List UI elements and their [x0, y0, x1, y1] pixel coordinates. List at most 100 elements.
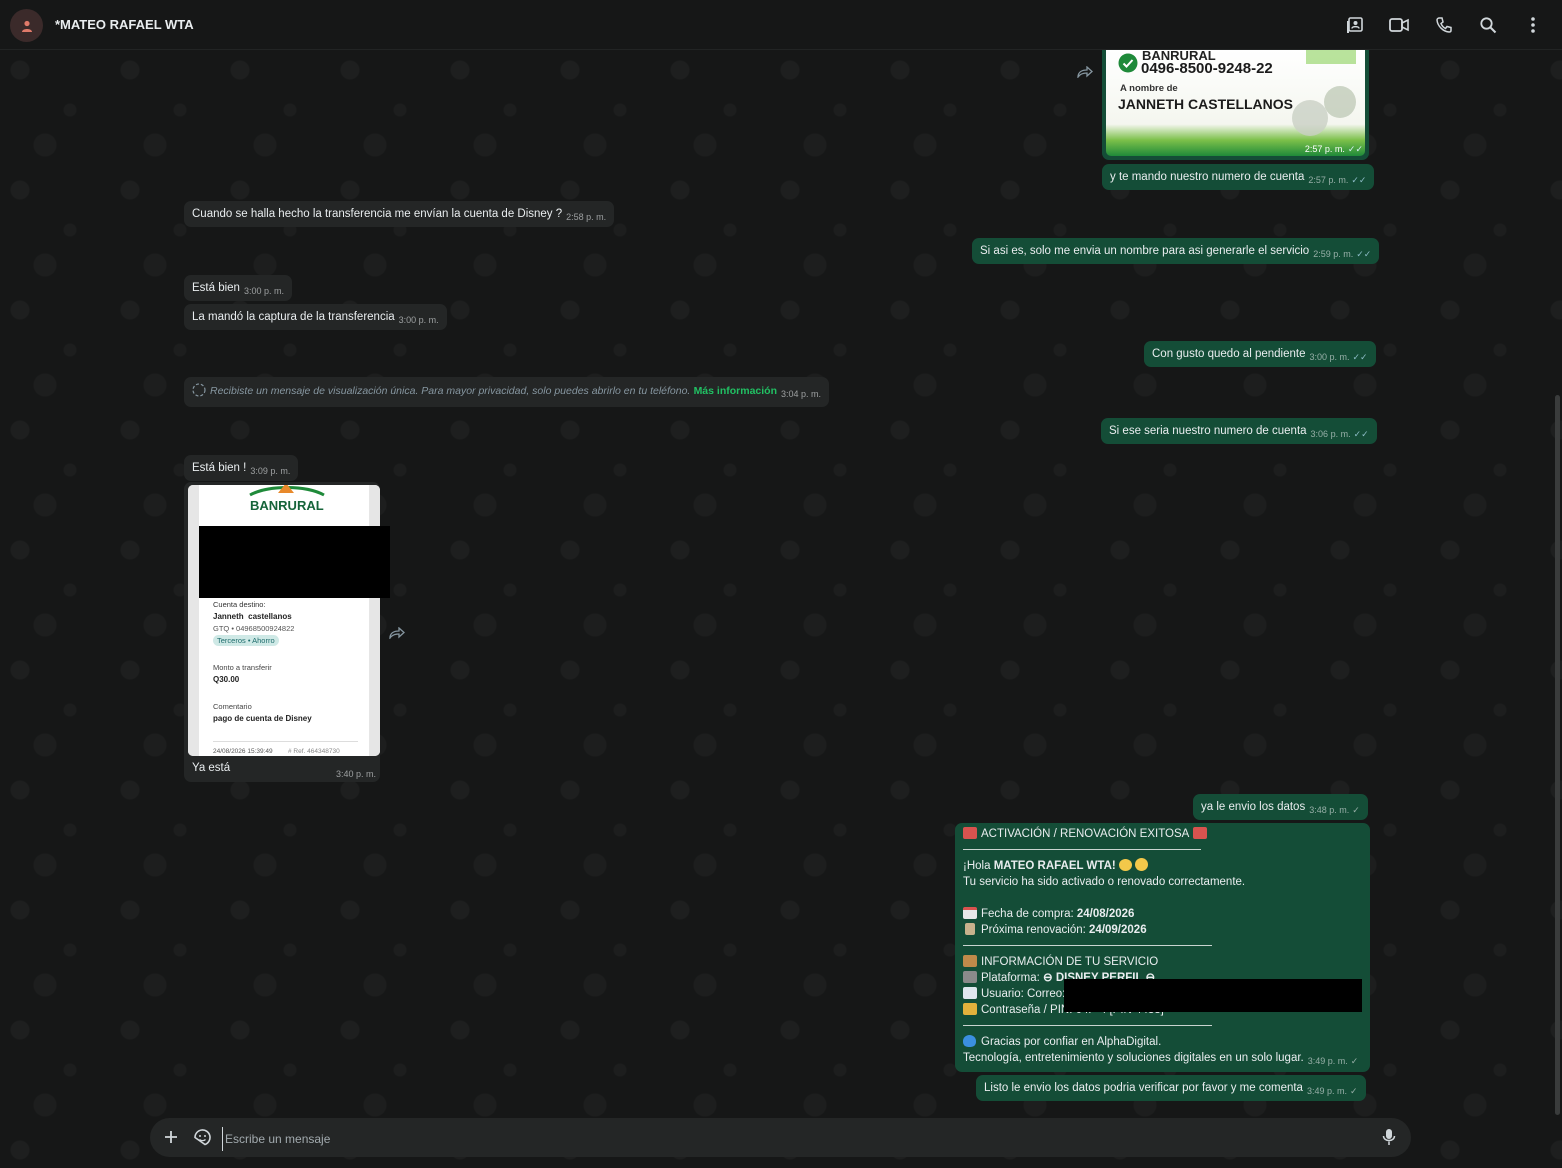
- account-image-message[interactable]: BANRURAL 0496-8500-9248-22 A nombre de J…: [1102, 50, 1369, 160]
- view-once-notice[interactable]: Recibiste un mensaje de visualización ún…: [184, 377, 830, 407]
- receipt-image-message[interactable]: BANRURAL Cuenta destino: Janneth castell…: [184, 482, 390, 782]
- greeting-prefix: ¡Hola: [963, 860, 994, 872]
- divider: [963, 945, 1212, 946]
- divider: [963, 1025, 1212, 1026]
- message-time: 3:06 p. m.: [1310, 429, 1351, 439]
- message-text: ya le envio los datos: [1201, 801, 1306, 813]
- purchase-date: 24/08/2026: [1076, 908, 1135, 920]
- message-time: 3:48 p. m.: [1309, 805, 1350, 815]
- user-label: Usuario: Correo:: [981, 988, 1066, 1000]
- platform-label: Plataforma:: [981, 972, 1043, 984]
- contact-card-icon[interactable]: [1345, 15, 1365, 35]
- message-text: Con gusto quedo al pendiente: [1152, 348, 1306, 360]
- account-image[interactable]: BANRURAL 0496-8500-9248-22 A nombre de J…: [1106, 50, 1365, 156]
- more-options-icon[interactable]: [1523, 15, 1543, 35]
- brand-badge: [1292, 100, 1328, 136]
- read-ticks-icon: ✓✓: [1347, 144, 1363, 154]
- more-info-link[interactable]: Más información: [694, 385, 777, 397]
- message-bubble-incoming[interactable]: La mandó la captura de la transferencia 3…: [184, 304, 447, 330]
- message-bubble-outgoing[interactable]: Si ese seria nuestro numero de cuenta 3:0…: [1101, 418, 1377, 444]
- activation-message[interactable]: ACTIVACIÓN / RENOVACIÓN EXITOSA ¡Hola MA…: [955, 823, 1370, 1072]
- status-text: Tu servicio ha sido activado o renovado …: [963, 876, 1246, 888]
- read-ticks-icon: ✓✓: [1353, 429, 1369, 439]
- message-time: 3:49 p. m.: [1306, 1086, 1347, 1096]
- email-icon: [963, 987, 977, 999]
- brand-badge-secondary: [1324, 86, 1356, 118]
- attach-plus-icon[interactable]: [162, 1128, 180, 1146]
- receipt-footer-ref: # Ref. 464348730: [288, 748, 340, 755]
- chat-scrollbar[interactable]: [1555, 395, 1560, 1115]
- message-time: 2:57 p. m.: [1304, 144, 1345, 154]
- message-text: Si ese seria nuestro numero de cuenta: [1109, 425, 1307, 437]
- message-bubble-outgoing[interactable]: Si asi es, solo me envia un nombre para …: [972, 238, 1380, 264]
- video-call-icon[interactable]: [1389, 15, 1409, 35]
- search-icon[interactable]: [1478, 15, 1498, 35]
- message-text: Cuando se halla hecho la transferencia m…: [192, 208, 563, 220]
- thanks-text: Gracias por confiar en AlphaDigital.: [981, 1036, 1162, 1048]
- message-time: 3:49 p. m.: [1307, 1056, 1348, 1066]
- renewal-label: Próxima renovación:: [981, 924, 1090, 936]
- forward-icon[interactable]: [1077, 65, 1093, 80]
- message-time: 3:09 p. m.: [250, 466, 291, 476]
- receipt-comment-label: Comentario: [213, 702, 252, 711]
- receipt-dest-tag: Terceros • Ahorro: [213, 635, 279, 646]
- message-bubble-outgoing[interactable]: Con gusto quedo al pendiente 3:00 p. m. ✓✓: [1144, 341, 1376, 367]
- receipt-comment: pago de cuenta de Disney: [213, 714, 312, 723]
- message-bubble-incoming[interactable]: Está bien ! 3:09 p. m.: [184, 455, 299, 481]
- renewal-date: 24/09/2026: [1089, 924, 1147, 936]
- hourglass-icon: [965, 923, 975, 935]
- message-bubble-outgoing[interactable]: Listo le envio los datos podria verifica…: [976, 1075, 1366, 1101]
- receipt-amount-label: Monto a transferir: [213, 663, 272, 672]
- microphone-icon[interactable]: [1382, 1128, 1396, 1146]
- message-time: 2:59 p. m.: [1313, 249, 1354, 259]
- receipt-dest-label: Cuenta destino:: [213, 600, 266, 609]
- message-time: 3:40 p. m.: [335, 769, 376, 779]
- divider: [963, 849, 1201, 850]
- message-text: Está bien: [192, 282, 240, 294]
- message-text: Listo le envio los datos podria verifica…: [984, 1082, 1303, 1094]
- message-text: Si asi es, solo me envia un nombre para …: [980, 245, 1310, 257]
- clapperboard-icon: [963, 971, 977, 983]
- message-bubble-outgoing[interactable]: ya le envio los datos 3:48 p. m. ✓: [1193, 794, 1368, 820]
- lock-key-icon: [963, 1003, 977, 1015]
- contact-name[interactable]: *MATEO RAFAEL WTA: [55, 17, 194, 32]
- account-number: 0496-8500-9248-22: [1141, 60, 1273, 77]
- owner-name: JANNETH CASTELLANOS: [1118, 96, 1294, 112]
- info-title: INFORMACIÓN DE TU SERVICIO: [981, 956, 1159, 968]
- contact-avatar[interactable]: [10, 9, 43, 42]
- blue-heart-icon: [963, 1035, 976, 1047]
- sent-tick-icon: ✓: [1350, 1086, 1358, 1096]
- receipt-bank-name: BANRURAL: [250, 498, 324, 513]
- sent-tick-icon: ✓: [1352, 805, 1360, 815]
- read-ticks-icon: ✓✓: [1356, 249, 1372, 259]
- receipt-dest-account: GTQ • 04968500924822: [213, 624, 295, 633]
- owner-label: A nombre de: [1120, 83, 1178, 94]
- sticker-icon[interactable]: [193, 1128, 212, 1147]
- greeting-name: MATEO RAFAEL WTA!: [993, 860, 1116, 872]
- message-text: y te mando nuestro numero de cuenta: [1110, 171, 1305, 183]
- message-time: 2:57 p. m.: [1308, 175, 1349, 185]
- message-time: 2:58 p. m.: [566, 212, 607, 222]
- message-text: La mandó la captura de la transferencia: [192, 311, 395, 323]
- bank-logo-icon: [249, 485, 325, 497]
- forward-icon[interactable]: [389, 626, 405, 641]
- message-time: 3:04 p. m.: [781, 389, 822, 399]
- message-bubble-incoming[interactable]: Está bien 3:00 p. m.: [184, 275, 292, 301]
- message-bubble-outgoing[interactable]: y te mando nuestro numero de cuenta 2:57 …: [1102, 164, 1375, 190]
- message-input[interactable]: [222, 1127, 1367, 1151]
- message-time: 3:00 p. m.: [398, 315, 439, 325]
- receipt-left-shade: [188, 485, 199, 756]
- check-circle-icon: [1118, 53, 1138, 73]
- package-icon: [963, 955, 977, 967]
- message-bubble-incoming[interactable]: Cuando se halla hecho la transferencia m…: [184, 201, 615, 227]
- waving-hand-icon: [1118, 859, 1132, 871]
- phone-icon[interactable]: [1434, 15, 1454, 35]
- redaction-block: [1064, 979, 1362, 1012]
- sent-tick-icon: ✓: [1350, 1056, 1359, 1066]
- activation-title: ACTIVACIÓN / RENOVACIÓN EXITOSA: [981, 828, 1190, 840]
- ticket-icon: [1193, 827, 1208, 839]
- ticket-icon: [963, 827, 977, 839]
- read-ticks-icon: ✓✓: [1351, 175, 1367, 185]
- image-caption: Ya está: [192, 762, 231, 774]
- message-text: Está bien !: [192, 462, 247, 474]
